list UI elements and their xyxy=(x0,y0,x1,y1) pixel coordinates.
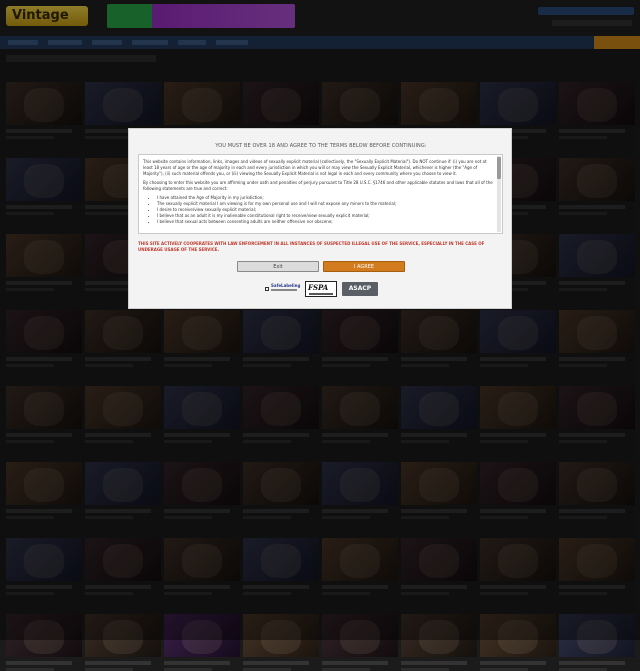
badge-subtext-line xyxy=(309,293,333,295)
video-title-line[interactable] xyxy=(164,661,230,665)
video-title-line[interactable] xyxy=(480,661,546,665)
modal-title: YOU MUST BE OVER 18 AND AGREE TO THE TER… xyxy=(215,143,427,149)
terms-paragraph-1: This website contains information, links… xyxy=(143,159,487,176)
fspa-badge[interactable]: FSPA xyxy=(305,281,337,297)
video-title-line[interactable] xyxy=(401,661,467,665)
agree-button[interactable]: I AGREE xyxy=(323,261,405,272)
certification-badges: SafeLabeling FSPA ASACP xyxy=(129,281,513,297)
terms-scroll-box[interactable]: This website contains information, links… xyxy=(138,154,503,234)
terms-scrollbar[interactable] xyxy=(497,156,501,232)
video-title-line[interactable] xyxy=(85,661,151,665)
video-title-line[interactable] xyxy=(6,661,72,665)
terms-text: This website contains information, links… xyxy=(143,159,494,225)
scrollbar-thumb[interactable] xyxy=(497,157,501,179)
safelabeling-text: SafeLabeling xyxy=(271,283,301,288)
terms-paragraph-2: By choosing to enter this website you ar… xyxy=(143,180,493,191)
exit-button[interactable]: Exit xyxy=(237,261,319,272)
video-title-line[interactable] xyxy=(322,661,388,665)
law-enforcement-warning: THIS SITE ACTIVELY COOPERATES WITH LAW E… xyxy=(138,241,485,252)
safelabeling-badge[interactable]: SafeLabeling xyxy=(263,281,301,297)
video-title-line[interactable] xyxy=(243,661,309,665)
video-title-line[interactable] xyxy=(559,661,625,665)
age-verification-modal: YOU MUST BE OVER 18 AND AGREE TO THE TER… xyxy=(128,128,512,309)
asacp-badge[interactable]: ASACP xyxy=(342,282,378,296)
badge-subtext-line xyxy=(271,289,297,291)
fspa-text: FSPA xyxy=(308,283,329,292)
checkbox-icon xyxy=(265,287,269,291)
modal-backdrop xyxy=(0,0,640,640)
terms-statement: I believe that sexual acts between conse… xyxy=(157,219,494,225)
terms-statements: I have attained the Age of Majority in m… xyxy=(157,195,494,225)
